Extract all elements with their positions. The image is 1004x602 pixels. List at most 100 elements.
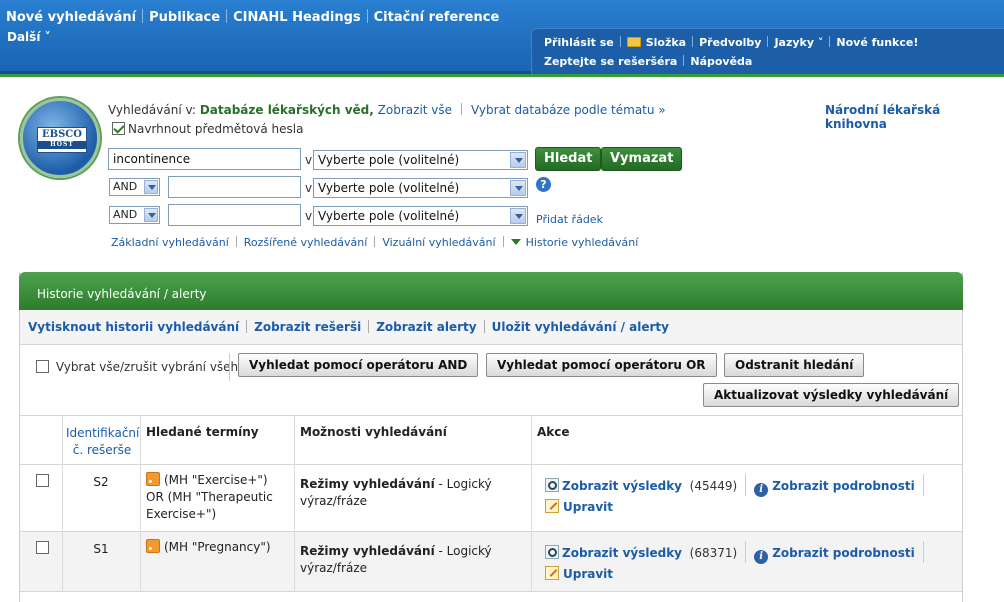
operator-select-2[interactable]: AND: [109, 178, 160, 196]
column-divider: [62, 416, 63, 592]
refresh-results-button[interactable]: Aktualizovat výsledky vyhledávání: [703, 383, 960, 407]
rss-feed-icon[interactable]: [146, 539, 160, 553]
search-with-and-button[interactable]: Vyhledat pomocí operátoru AND: [238, 353, 479, 377]
ebsco-host-logo[interactable]: EBSCO HOST: [20, 98, 100, 178]
row-checkbox[interactable]: [36, 474, 49, 487]
search-input-1[interactable]: incontinence: [108, 148, 301, 170]
retrieve-searches-link[interactable]: Zobrazit rešerši: [254, 320, 361, 334]
view-results-icon: [545, 545, 559, 559]
separator: [368, 320, 370, 333]
separator: [745, 541, 747, 563]
visual-search-link[interactable]: Vizuální vyhledávání: [382, 236, 495, 249]
header-divider: [0, 74, 1004, 77]
history-toolbar: Vytisknout historii vyhledávání Zobrazit …: [20, 310, 962, 345]
utility-row-1: Přihlásit se Složka Předvolby Jazyky ˅ Nové …: [544, 36, 918, 49]
ask-librarian-link[interactable]: Zeptejte se rešeršéra: [544, 55, 677, 68]
help-link[interactable]: Nápověda: [690, 55, 752, 68]
preferences-link[interactable]: Předvolby: [699, 36, 761, 49]
row-checkbox[interactable]: [36, 541, 49, 554]
view-details-link[interactable]: Zobrazit podrobnosti: [772, 479, 915, 493]
add-row-link[interactable]: Přidat řádek: [536, 213, 603, 226]
separator: [229, 353, 230, 381]
separator: [745, 474, 747, 496]
result-count: (45449): [689, 479, 738, 493]
chevron-down-icon: ˅: [44, 30, 51, 44]
edit-link[interactable]: Upravit: [563, 567, 613, 581]
search-with-or-button[interactable]: Vyhledat pomocí operátoru OR: [486, 353, 717, 377]
library-name[interactable]: Národní lékařská knihovna: [825, 103, 1004, 131]
nav-cited-references[interactable]: Citační reference: [374, 10, 500, 25]
operator-value: AND: [113, 208, 138, 221]
row-options: Režimy vyhledávání - Logický výraz/fráze: [300, 543, 520, 577]
logo-subtext: HOST: [38, 141, 86, 149]
rss-feed-icon[interactable]: [146, 472, 160, 486]
nav-more[interactable]: Další ˅: [7, 30, 51, 44]
result-count: (68371): [689, 546, 738, 560]
retrieve-alerts-link[interactable]: Zobrazit alerty: [376, 320, 476, 334]
view-results-link[interactable]: Zobrazit výsledky: [562, 546, 682, 560]
new-features-link[interactable]: Nové funkce!: [836, 36, 918, 49]
field-select-3[interactable]: Vyberte pole (volitelné): [313, 206, 528, 226]
field-select-2[interactable]: Vyberte pole (volitelné): [313, 178, 528, 198]
nav-separator: [226, 9, 228, 23]
searching-in-label: Vyhledávání v:: [108, 103, 196, 117]
clear-button[interactable]: Vymazat: [601, 147, 683, 171]
languages-label: Jazyky: [774, 36, 815, 49]
history-table-header: Identifikační č. rešerše Hledané termíny…: [20, 416, 962, 465]
basic-search-link[interactable]: Základní vyhledávání: [111, 236, 229, 249]
field-select-1[interactable]: Vyberte pole (volitelné): [313, 150, 528, 170]
help-icon[interactable]: ?: [536, 177, 551, 192]
advanced-search-link[interactable]: Rozšířené vyhledávání: [244, 236, 368, 249]
util-separator: [767, 36, 769, 47]
print-history-link[interactable]: Vytisknout historii vyhledávání: [28, 320, 239, 334]
nav-new-search[interactable]: Nové vyhledávání: [6, 10, 136, 25]
chevron-down-icon: [510, 208, 526, 224]
separator: [461, 103, 463, 115]
row-edit: Upravit: [545, 566, 613, 583]
column-divider: [294, 416, 295, 592]
field-select-value: Vyberte pole (volitelné): [318, 181, 460, 195]
logo-text: EBSCO: [42, 129, 82, 140]
suggest-terms-label: Navrhnout předmětová hesla: [128, 122, 304, 136]
column-divider: [531, 416, 532, 592]
edit-icon: [545, 566, 559, 580]
delete-searches-button[interactable]: Odstranit hledání: [724, 353, 865, 377]
view-results-link[interactable]: Zobrazit výsledky: [562, 479, 682, 493]
show-all-link[interactable]: Zobrazit vše: [378, 103, 452, 117]
column-terms-header: Hledané termíny: [146, 425, 259, 439]
search-history-panel: Historie vyhledávání / alerty Vytisknout…: [19, 272, 963, 602]
search-mode-label: Režimy vyhledávání: [300, 477, 435, 491]
util-separator: [683, 55, 685, 66]
folder-icon: [626, 37, 641, 47]
folder-link[interactable]: Složka: [626, 36, 686, 49]
save-searches-link[interactable]: Uložit vyhledávání / alerty: [492, 320, 669, 334]
choose-databases-link[interactable]: Vybrat databáze podle tématu »: [471, 103, 666, 117]
separator: [235, 236, 237, 247]
search-history-toggle[interactable]: Historie vyhledávání: [510, 236, 638, 249]
utility-box: Přihlásit se Složka Předvolby Jazyky ˅ Nové …: [531, 28, 1004, 74]
select-all-checkbox[interactable]: [36, 360, 49, 373]
suggest-terms-checkbox[interactable]: [112, 122, 125, 135]
suggest-terms-option[interactable]: Navrhnout předmětová hesla: [112, 122, 303, 136]
languages-menu[interactable]: Jazyky ˅: [774, 36, 823, 49]
column-id-header[interactable]: Identifikační č. rešerše: [66, 425, 139, 459]
search-button[interactable]: Hledat: [535, 147, 602, 171]
row-terms-text: (MH "Pregnancy"): [164, 540, 271, 554]
edit-link[interactable]: Upravit: [563, 500, 613, 514]
view-details-link[interactable]: Zobrazit podrobnosti: [772, 546, 915, 560]
util-separator: [619, 36, 621, 47]
utility-row-2: Zeptejte se rešeršéra Nápověda: [544, 55, 752, 68]
edit-icon: [545, 499, 559, 513]
info-icon: i: [754, 483, 769, 497]
nav-cinahl-headings[interactable]: CINAHL Headings: [233, 10, 361, 25]
operator-select-3[interactable]: AND: [109, 206, 160, 224]
search-mode-label: Režimy vyhledávání: [300, 544, 435, 558]
search-input-2[interactable]: [168, 176, 301, 198]
operator-value: AND: [113, 180, 138, 193]
select-all-option[interactable]: Vybrat vše/zrušit vybrání všeho: [36, 360, 246, 374]
database-name: Databáze lékařských věd,: [199, 103, 374, 117]
util-separator: [829, 36, 831, 47]
sign-in-link[interactable]: Přihlásit se: [544, 36, 614, 49]
nav-publications[interactable]: Publikace: [149, 10, 220, 25]
search-input-3[interactable]: [168, 204, 301, 226]
